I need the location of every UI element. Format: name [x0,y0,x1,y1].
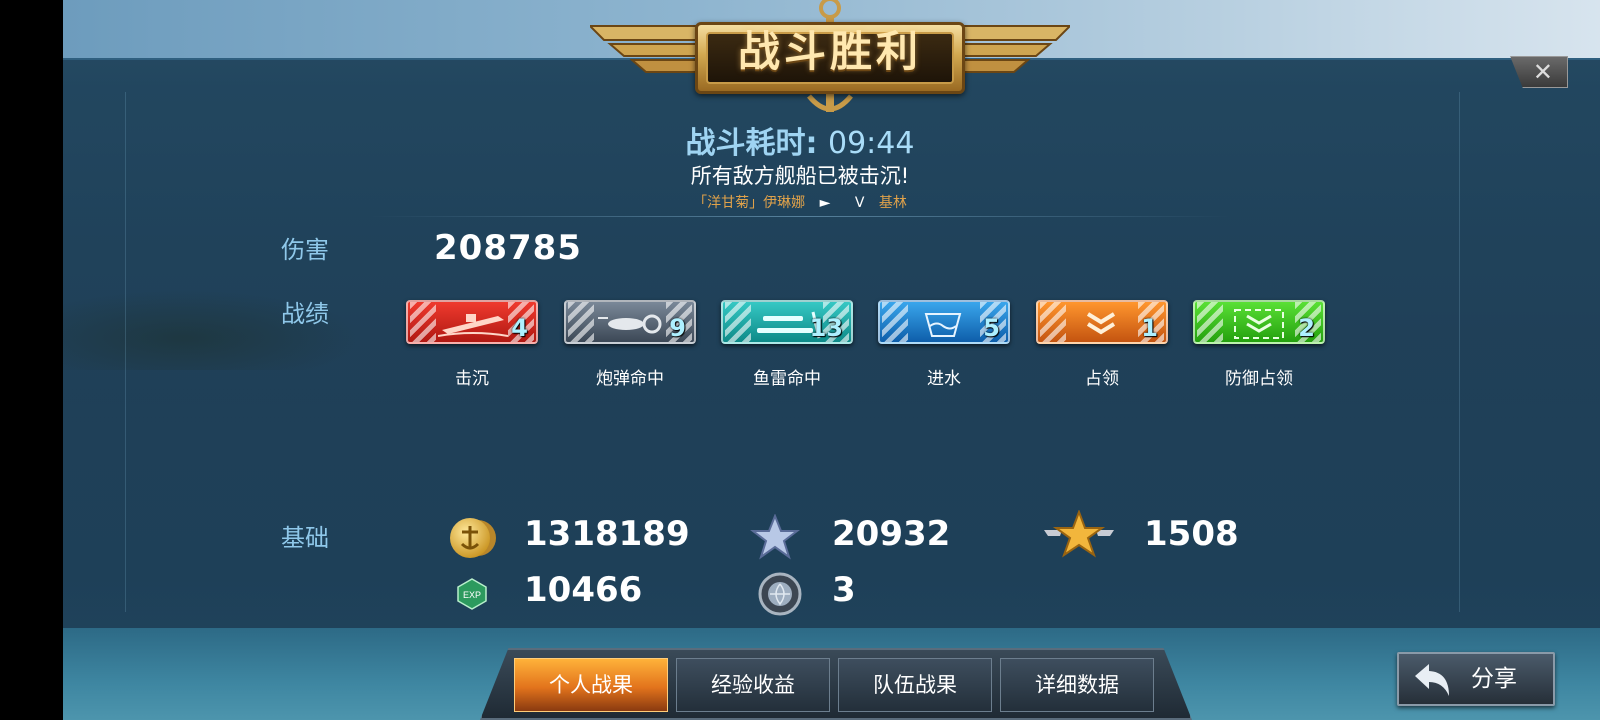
exp-icon: EXP [457,578,487,610]
share-arrow-icon [1415,664,1449,696]
player-separator: V [854,195,865,211]
badge-defend-capture[interactable]: 2 [1193,300,1325,344]
badge-flooding[interactable]: 5 [878,300,1010,344]
badge-caption-defend-capture: 防御占领 [1225,369,1293,389]
globe-value: 3 [832,570,856,610]
battle-duration: 战斗耗时: 09:44 [0,118,1600,162]
flooding-icon [924,313,962,337]
exp-value: 10466 [524,570,643,610]
damage-label: 伤害 [281,236,329,264]
badge-caption-shell-hit: 炮弹命中 [596,369,664,389]
badge-count: 2 [1298,314,1315,342]
silver-value: 1318189 [524,514,690,554]
badge-count: 1 [1141,314,1158,342]
duration-label: 战斗耗时: [685,126,818,161]
player-right: 基林 [878,195,907,211]
badge-shell-hit[interactable]: 9 [564,300,696,344]
player-arrow: ► [819,195,831,211]
badge-torpedo-hit[interactable]: 13 [721,300,853,344]
divider [370,216,1230,217]
badge-sunk[interactable]: 4 [406,300,538,344]
player-line: 「洋甘菊」伊琳娜 ► V 基林 [0,192,1600,212]
left-black-bar [0,0,63,720]
shell-hit-icon [598,314,662,334]
globe-icon [758,572,802,616]
close-icon: ✕ [1532,58,1553,86]
badge-count: 5 [983,314,1000,342]
battle-result-screen: 战斗胜利 ✕ 战斗耗时: 09:44 所有敌方舰船已被击沉! 「洋甘菊」伊琳娜 … [0,0,1600,720]
tab-detailed-data[interactable]: 详细数据 [1000,658,1154,712]
sunk-ship-icon [438,314,508,337]
badge-caption-flooding: 进水 [927,369,961,389]
result-text: 所有敌方舰船已被击沉! [690,164,910,188]
svg-text:EXP: EXP [463,590,481,600]
badge-caption-sunk: 击沉 [455,369,489,389]
tab-exp-earnings[interactable]: 经验收益 [676,658,830,712]
victory-banner: 战斗胜利 [590,0,1070,120]
player-left: 「洋甘菊」伊琳娜 [693,195,806,211]
duration-value: 09:44 [827,126,915,161]
badge-count: 9 [669,314,686,342]
free-xp-value: 20932 [832,514,951,554]
tab-personal-results[interactable]: 个人战果 [514,658,668,712]
capture-icon [1086,312,1116,335]
tab-team-results[interactable]: 队伍战果 [838,658,992,712]
defend-capture-icon [1234,309,1284,339]
banner-plate: 战斗胜利 [695,22,965,94]
damage-value: 208785 [434,228,582,268]
share-label: 分享 [1471,666,1517,692]
silver-coin-icon [450,518,496,558]
share-button[interactable]: 分享 [1397,652,1555,706]
badge-count: 4 [511,314,528,342]
rank-points-value: 1508 [1144,514,1239,554]
badge-caption-torpedo-hit: 鱼雷命中 [753,369,821,389]
rank-star-icon [1044,510,1114,558]
badge-count: 13 [809,314,843,342]
badge-capture[interactable]: 1 [1036,300,1168,344]
free-xp-star-icon [750,514,800,560]
record-label: 战绩 [281,300,329,328]
banner-title: 战斗胜利 [737,27,922,76]
base-label: 基础 [281,524,329,552]
badge-caption-capture: 占领 [1085,369,1119,389]
